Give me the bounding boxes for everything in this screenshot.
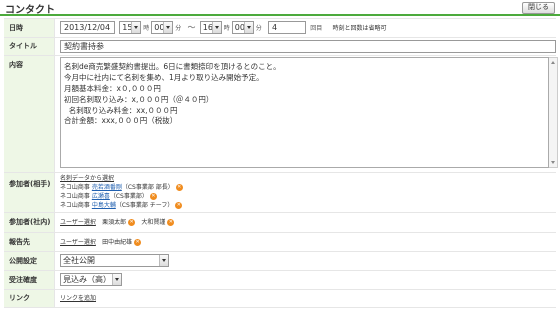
body-label: 内容 (4, 56, 55, 172)
minute-unit: 分 (255, 25, 262, 32)
participant-detail: （CS事業部 チーフ） (115, 202, 174, 209)
title-label: タイトル (4, 38, 55, 55)
participant-entry: ネコ山商事 中島大輔（CS事業部 チーフ） ✕ (60, 201, 556, 210)
visibility-row: 公開設定 全社公開 (4, 252, 556, 271)
user-select-link[interactable]: ユーザー選択 (60, 219, 96, 226)
select-from-cards-link[interactable]: 名刺データから選択 (60, 175, 114, 182)
participant-company: ネコ山商事 (60, 202, 90, 209)
date-input[interactable]: 2013/12/04 (60, 21, 115, 34)
count-unit: 回目 (310, 25, 323, 32)
probability-label: 受注確度 (4, 271, 55, 289)
participant-name[interactable]: 中島大輔 (92, 202, 116, 209)
report-user: 田中由紀雄 (102, 239, 133, 246)
participants-client-row: 参加者(相手) 名刺データから選択 ネコ山商事 売若酒番剛（CS事業部 部長） ✕… (4, 173, 556, 213)
body-scrollbar[interactable] (549, 57, 558, 168)
scroll-up-icon[interactable] (551, 61, 555, 64)
start-hour-select[interactable]: 15 (119, 21, 142, 34)
link-label: リンク (4, 290, 55, 307)
end-minute-select[interactable]: 00 (231, 21, 254, 34)
datetime-label: 日時 (4, 19, 55, 37)
participant-detail: （CS事業部 部長） (121, 184, 174, 191)
probability-select[interactable]: 見込み（高） (60, 273, 122, 286)
body-line: 月額基本料金：x０,０００円 (64, 83, 161, 93)
chevron-down-icon (159, 255, 168, 266)
participant-company: ネコ山商事 (60, 184, 90, 191)
chevron-down-icon (163, 22, 173, 33)
chevron-down-icon (131, 22, 141, 33)
close-button[interactable]: 閉じる (522, 2, 555, 14)
chevron-down-icon (243, 22, 253, 33)
datetime-row: 日時 2013/12/04 15 時 00 分 ～ 16 時 00 分 4 回目 時刻と回数… (4, 19, 556, 38)
participant-entry: ネコ山商事 広瀬喜（CS事業部） ✕ (60, 192, 556, 201)
report-to-label: 報告先 (4, 233, 55, 251)
report-to-row: 報告先 ユーザー選択 田中由紀雄 ✕ (4, 233, 556, 252)
link-row: リンク リンクを追加 (4, 290, 556, 308)
page-header: コンタクト 閉じる (0, 0, 560, 16)
remove-icon[interactable]: ✕ (128, 218, 136, 226)
participant-name[interactable]: 広瀬喜 (92, 193, 110, 200)
start-minute-select[interactable]: 00 (151, 21, 174, 34)
chevron-down-icon (211, 22, 221, 33)
title-row: タイトル 契約書持参 (4, 38, 556, 56)
hour-unit: 時 (223, 25, 230, 32)
body-line: 初回名刺取り込み：x,０００円（＠４０円） (64, 94, 214, 104)
body-line: 名刺取り込み料金：xx,０００円 (64, 105, 178, 115)
participant-detail: （CS事業部） (109, 193, 148, 200)
hour-unit: 時 (143, 25, 150, 32)
remove-icon[interactable]: ✕ (175, 202, 183, 209)
body-line: 今月中に社内にて名刺を集め、1月より取り込み開始予定。 (64, 72, 264, 82)
internal-user: 大和賢謹 (141, 219, 166, 226)
remove-icon[interactable]: ✕ (149, 193, 157, 200)
remove-icon[interactable]: ✕ (134, 238, 142, 246)
participants-internal-row: 参加者(社内) ユーザー選択 栗須太郎 ✕ 大和賢謹 ✕ (4, 213, 556, 233)
contact-form: 日時 2013/12/04 15 時 00 分 ～ 16 時 00 分 4 回目 時刻と回数… (4, 18, 558, 308)
internal-user: 栗須太郎 (102, 219, 127, 226)
remove-icon[interactable]: ✕ (175, 184, 183, 191)
count-input[interactable]: 4 (268, 21, 306, 34)
page-title: コンタクト (5, 5, 55, 16)
scroll-down-icon[interactable] (551, 161, 555, 164)
participants-client-label: 参加者(相手) (4, 173, 55, 212)
body-row: 内容 名刺de商売繁盛契約書提出。6日に書類捺印を頂けるとのこと。 今月中に社内… (4, 56, 558, 173)
visibility-select[interactable]: 全社公開 (60, 254, 169, 267)
body-line: 名刺de商売繁盛契約書提出。6日に書類捺印を頂けるとのこと。 (64, 62, 281, 71)
optional-note: 時刻と回数は省略可 (332, 25, 387, 32)
participants-internal-label: 参加者(社内) (4, 213, 55, 232)
remove-icon[interactable]: ✕ (167, 218, 175, 226)
participant-entry: ネコ山商事 売若酒番剛（CS事業部 部長） ✕ (60, 183, 556, 192)
body-textarea[interactable]: 名刺de商売繁盛契約書提出。6日に書類捺印を頂けるとのこと。 今月中に社内にて名… (60, 57, 549, 168)
participant-name[interactable]: 売若酒番剛 (92, 184, 122, 191)
range-tilde: ～ (187, 23, 196, 32)
visibility-label: 公開設定 (4, 252, 55, 270)
minute-unit: 分 (175, 25, 182, 32)
chevron-down-icon (112, 274, 121, 285)
title-input[interactable]: 契約書持参 (60, 40, 556, 53)
add-link-button[interactable]: リンクを追加 (60, 295, 96, 302)
probability-row: 受注確度 見込み（高） (4, 271, 556, 290)
body-line: 合計金額：xxx,０００円（税抜） (64, 116, 178, 126)
end-hour-select[interactable]: 16 (199, 21, 222, 34)
report-user-select-link[interactable]: ユーザー選択 (60, 239, 96, 246)
participant-company: ネコ山商事 (60, 193, 90, 200)
